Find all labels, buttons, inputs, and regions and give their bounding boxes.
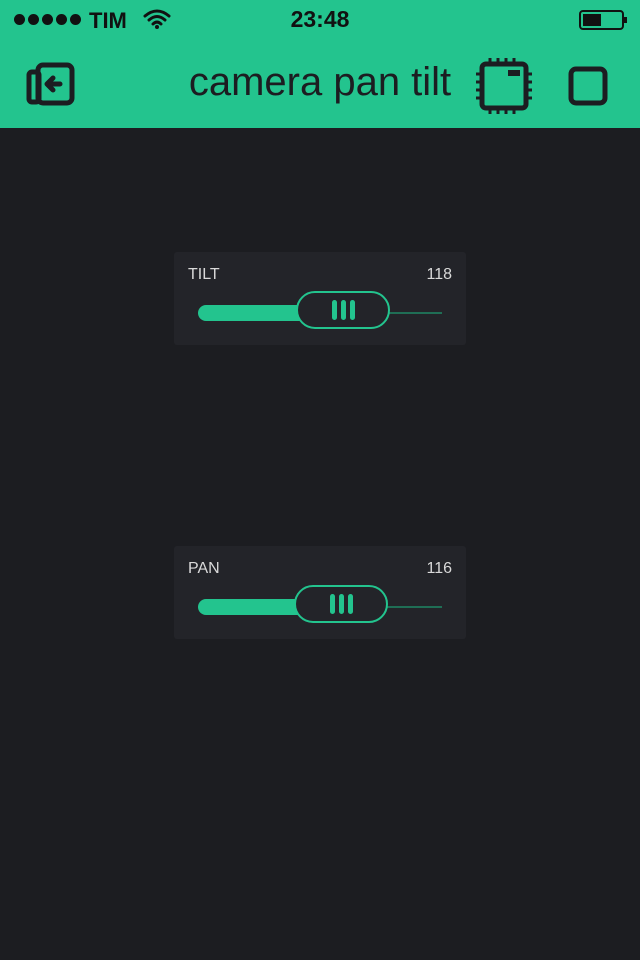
app-header: TIM 23:48 camera pan tilt xyxy=(0,0,640,128)
slider-label: PAN xyxy=(188,560,220,577)
grip-icon xyxy=(349,300,355,320)
slider-track[interactable] xyxy=(198,585,442,623)
play-stop-square-icon[interactable] xyxy=(568,66,610,113)
battery-icon xyxy=(579,10,629,36)
pan-slider-widget: PAN 116 xyxy=(174,546,466,639)
grip-icon xyxy=(340,300,346,320)
slider-value: 118 xyxy=(426,266,452,283)
slider-value: 116 xyxy=(426,560,452,577)
slider-track[interactable] xyxy=(198,291,442,329)
slider-label: TILT xyxy=(188,266,220,283)
status-time: 23:48 xyxy=(290,6,350,32)
grip-icon xyxy=(347,594,353,614)
slider-thumb[interactable] xyxy=(294,585,388,623)
grip-icon xyxy=(338,594,344,614)
status-bar: TIM 23:48 xyxy=(0,0,640,40)
grip-icon xyxy=(331,300,337,320)
project-title: camera pan tilt xyxy=(188,60,452,104)
device-chip-icon[interactable] xyxy=(474,56,534,121)
grip-icon xyxy=(329,594,335,614)
tilt-slider-widget: TILT 118 xyxy=(174,252,466,345)
slider-thumb[interactable] xyxy=(296,291,390,329)
